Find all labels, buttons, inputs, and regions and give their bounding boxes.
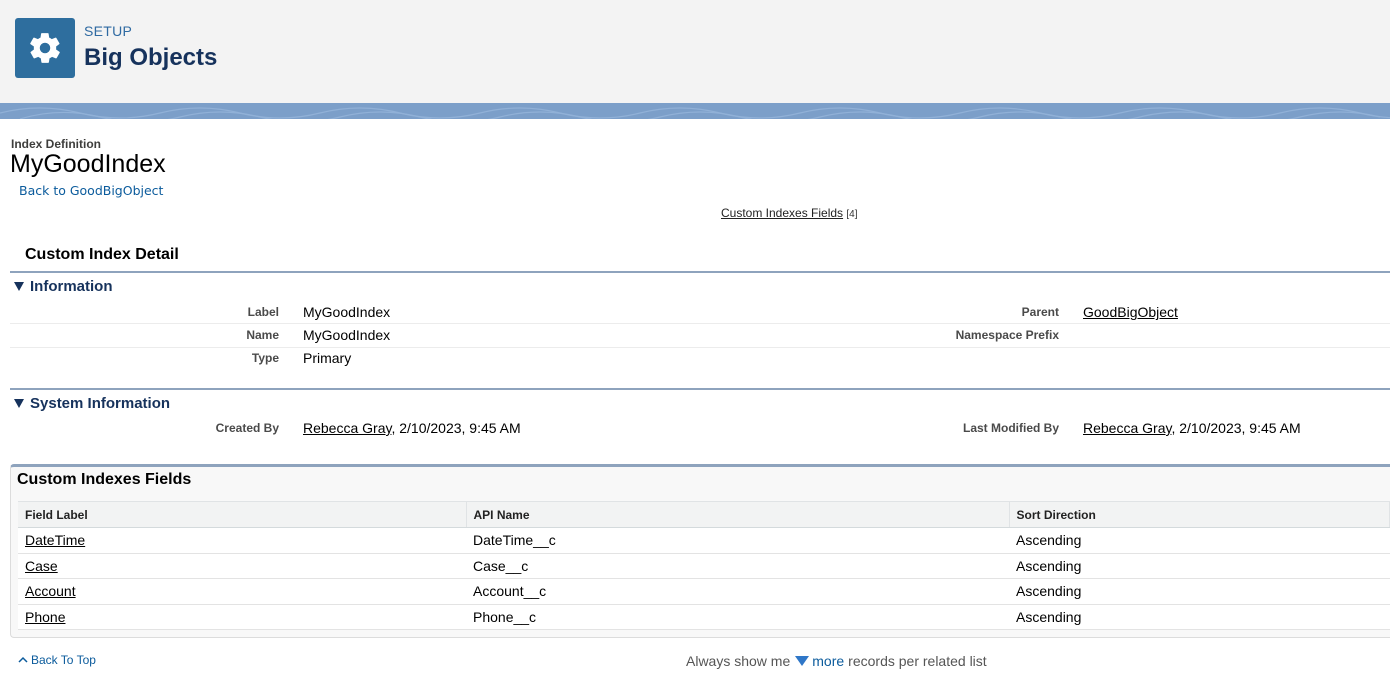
sort-direction-cell: Ascending — [1009, 578, 1390, 605]
header-eyebrow: SETUP — [84, 23, 133, 39]
parent-link[interactable]: GoodBigObject — [1083, 304, 1178, 320]
table-row: Case Case__c Ascending — [18, 553, 1390, 579]
last-modified-by-label: Last Modified By — [962, 421, 1059, 435]
name-field-value: MyGoodIndex — [303, 327, 391, 343]
name-field-label: Name — [246, 328, 279, 342]
api-name-cell: Phone__c — [466, 604, 1009, 630]
information-section-toggle[interactable]: Information — [14, 278, 113, 295]
last-modified-by-value: Rebecca Gray, 2/10/2023, 9:45 AM — [1083, 420, 1301, 436]
system-information-section-toggle[interactable]: System Information — [14, 395, 170, 412]
collapse-triangle-icon — [14, 399, 24, 408]
related-count: [4] — [846, 209, 858, 220]
table-row: DateTime DateTime__c Ascending — [18, 527, 1390, 554]
created-by-label: Created By — [215, 421, 279, 435]
chevron-up-icon — [18, 656, 28, 663]
collapse-triangle-icon — [14, 282, 24, 291]
back-to-top-label: Back To Top — [31, 653, 96, 667]
field-label-link[interactable]: Phone — [25, 609, 65, 625]
page-eyebrow: Index Definition — [11, 137, 101, 151]
api-name-cell: Account__c — [466, 578, 1009, 605]
table-row: Account Account__c Ascending — [18, 578, 1390, 605]
row-divider — [10, 323, 1390, 324]
back-to-object-link[interactable]: Back to GoodBigObject — [19, 183, 163, 198]
table-header-row: Field Label API Name Sort Direction — [18, 501, 1390, 528]
information-heading: Information — [30, 278, 113, 295]
related-list-title: Custom Indexes Fields — [17, 471, 192, 488]
sort-direction-cell: Ascending — [1009, 553, 1390, 579]
column-header-sort-direction: Sort Direction — [1009, 501, 1390, 528]
type-field-value: Primary — [303, 350, 352, 366]
column-header-api-name: API Name — [466, 501, 1010, 528]
sort-direction-cell: Ascending — [1009, 604, 1390, 630]
per-list-text: records per related list — [848, 653, 987, 669]
namespace-field-label: Namespace Prefix — [955, 328, 1059, 342]
custom-indexes-fields-link[interactable]: Custom Indexes Fields — [721, 206, 843, 220]
table-row: Phone Phone__c Ascending — [18, 604, 1390, 630]
created-date: , 2/10/2023, 9:45 AM — [391, 420, 521, 436]
dropdown-triangle-icon[interactable] — [795, 656, 810, 666]
modified-date: , 2/10/2023, 9:45 AM — [1171, 420, 1301, 436]
header-title: Big Objects — [84, 44, 218, 71]
decorative-banner — [0, 103, 1390, 119]
section-divider — [10, 271, 1390, 273]
parent-field-label: Parent — [1021, 305, 1059, 319]
api-name-cell: Case__c — [466, 553, 1009, 579]
created-by-value: Rebecca Gray, 2/10/2023, 9:45 AM — [303, 420, 521, 436]
always-show-text: Always show me — [686, 653, 791, 669]
field-label-link[interactable]: DateTime — [25, 532, 85, 548]
modified-by-user-link[interactable]: Rebecca Gray — [1083, 420, 1171, 436]
page-title: MyGoodIndex — [10, 150, 166, 178]
section-divider — [10, 388, 1390, 390]
sort-direction-cell: Ascending — [1009, 527, 1390, 554]
column-header-field-label: Field Label — [18, 501, 467, 528]
field-label-link[interactable]: Account — [25, 583, 76, 599]
related-list-hover-link: Custom Indexes Fields [4] — [721, 206, 858, 220]
detail-title: Custom Index Detail — [25, 246, 179, 263]
back-to-top-link[interactable]: Back To Top — [18, 653, 96, 667]
setup-header: SETUP Big Objects — [0, 0, 1390, 103]
records-per-list-control: Always show me more records per related … — [686, 653, 987, 669]
system-information-heading: System Information — [30, 395, 171, 412]
related-list-table: Field Label API Name Sort Direction Date… — [18, 501, 1390, 630]
created-by-user-link[interactable]: Rebecca Gray — [303, 420, 391, 436]
api-name-cell: DateTime__c — [466, 527, 1009, 554]
row-divider — [10, 347, 1390, 348]
type-field-label: Type — [251, 351, 279, 365]
gear-icon — [15, 18, 75, 78]
field-label-link[interactable]: Case — [25, 558, 58, 574]
more-link[interactable]: more — [812, 653, 844, 669]
label-field-label: Label — [247, 305, 279, 319]
label-field-value: MyGoodIndex — [303, 304, 391, 320]
